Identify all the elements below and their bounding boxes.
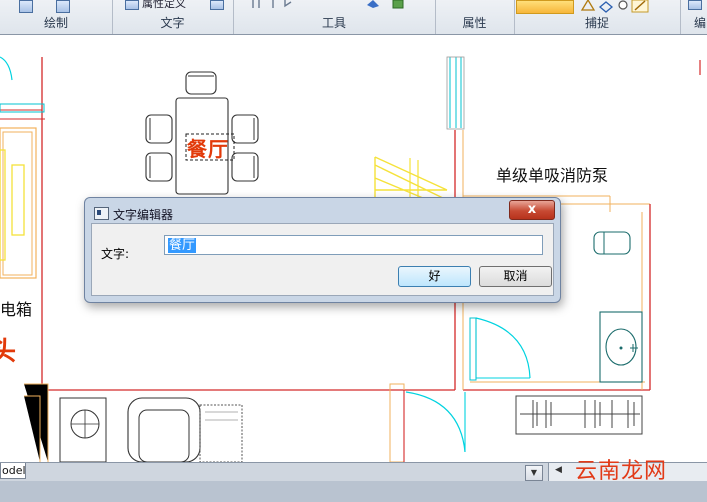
room-label-dining[interactable]: 餐厅 — [187, 133, 229, 162]
text-input-value: 餐厅 — [168, 238, 197, 253]
ok-button[interactable]: 好 — [398, 266, 471, 287]
ribbon-group-label: 属性 — [462, 16, 487, 30]
dialog-body: 文字: 餐厅 好 取消 — [91, 223, 554, 296]
ribbon-group-label: 文字 — [160, 16, 185, 30]
text-editor-dialog: 文字编辑器 x 文字: 餐厅 好 取消 — [84, 197, 561, 303]
grid-tool-icon[interactable] — [56, 0, 70, 13]
ribbon-group-text: 属性定义 文字 — [112, 0, 234, 34]
ribbon-group-snap: 捕捉 — [514, 0, 681, 34]
scroll-left-icon[interactable]: ◀ — [555, 465, 562, 475]
ribbon-group-edit: 编 — [680, 0, 707, 34]
tab-model[interactable]: odel — [0, 463, 26, 479]
snap-mode-button[interactable] — [516, 0, 574, 14]
ribbon-group-label: 工具 — [321, 16, 346, 30]
window-icon — [94, 207, 109, 220]
pump-label[interactable]: 单级单吸消防泵 — [496, 162, 608, 186]
watermark-text: 云南龙网 — [575, 459, 668, 484]
cancel-button[interactable]: 取消 — [479, 266, 552, 287]
ribbon-group-label: 捕捉 — [584, 16, 609, 30]
chevron-down-icon[interactable]: ▼ — [525, 465, 543, 481]
electric-box-label[interactable]: 电箱 — [0, 296, 32, 320]
ribbon: 绘制 属性定义 文字 工具 属性 捕捉 编 — [0, 0, 707, 35]
ribbon-group-properties: 属性 — [435, 0, 515, 34]
ribbon-group-draw: 绘制 — [0, 0, 113, 34]
snap-icons[interactable] — [576, 0, 686, 14]
text-field-label: 文字: — [101, 247, 130, 261]
text-edit-icon[interactable] — [210, 0, 224, 10]
close-button[interactable]: x — [509, 200, 555, 220]
ribbon-group-tools: 工具 — [233, 0, 436, 34]
ribbon-group-label: 编 — [694, 16, 707, 30]
tools-icons[interactable] — [233, 0, 435, 14]
text-input[interactable]: 餐厅 — [164, 235, 543, 255]
draw-tool-icon[interactable] — [19, 0, 33, 13]
dialog-title: 文字编辑器 — [113, 208, 174, 222]
attribute-define-button[interactable]: 属性定义 — [142, 0, 186, 10]
ribbon-group-label: 绘制 — [43, 16, 68, 30]
red-label-partial[interactable]: 头 — [0, 331, 16, 368]
edit-tool-icon[interactable] — [688, 0, 702, 10]
attribute-icon[interactable] — [125, 0, 139, 10]
